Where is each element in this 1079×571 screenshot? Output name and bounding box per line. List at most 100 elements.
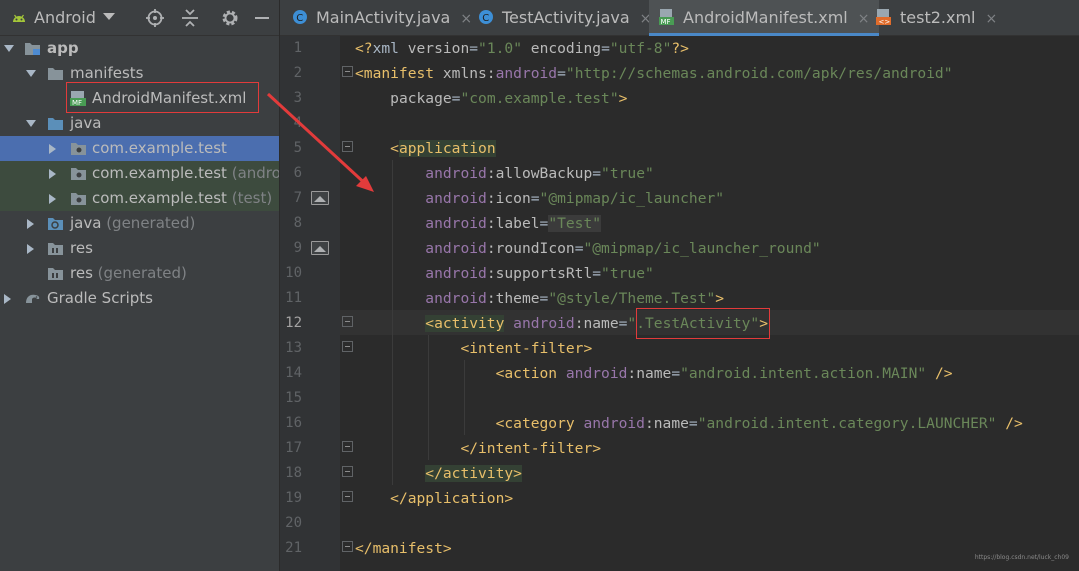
code-line: </application>: [355, 486, 513, 511]
tree-item-package-main[interactable]: com.example.test: [0, 136, 279, 161]
expand-arrow-icon[interactable]: [49, 144, 56, 154]
code-token: </activity>: [425, 465, 522, 482]
tree-item-res[interactable]: res: [0, 236, 279, 261]
tree-item-label: com.example.test (androi: [92, 164, 279, 182]
code-token: android: [583, 415, 645, 432]
code-token: :name: [627, 365, 672, 382]
locate-icon[interactable]: [145, 8, 165, 28]
generated-folder-icon: [48, 218, 63, 230]
code-token: :name: [574, 315, 619, 332]
expand-arrow-icon[interactable]: [49, 194, 56, 204]
expand-arrow-icon[interactable]: [26, 70, 36, 77]
resource-folder-icon: [48, 243, 63, 255]
image-preview-icon[interactable]: [311, 241, 329, 255]
manifest-annotation-box: [66, 82, 259, 113]
folder-icon: [48, 118, 63, 130]
code-token: =: [469, 40, 479, 57]
code-line: <action android:name="android.intent.act…: [355, 361, 953, 386]
line-number: 19: [285, 490, 302, 506]
tree-item-label: java (generated): [70, 214, 196, 232]
tree-item-label: res (generated): [70, 264, 187, 282]
code-token: =: [601, 40, 610, 57]
code-token: android: [425, 265, 487, 282]
code-token: android: [495, 65, 558, 82]
line-number: 18: [285, 465, 302, 481]
line-number: 1: [293, 40, 302, 56]
code-token: :allowBackup: [486, 165, 593, 182]
fold-marker-icon[interactable]: [342, 541, 353, 552]
code-token: :icon: [486, 190, 531, 207]
code-token: :name: [644, 415, 689, 432]
fold-marker-icon[interactable]: [342, 341, 353, 352]
tab-label: TestActivity.java: [502, 8, 630, 27]
close-icon[interactable]: ×: [460, 11, 472, 27]
tab-testactivity[interactable]: C TestActivity.java ×: [478, 0, 651, 36]
expand-arrow-icon[interactable]: [4, 294, 11, 304]
tab-label: test2.xml: [900, 8, 976, 27]
close-icon[interactable]: ×: [858, 11, 870, 27]
code-token: xmlns:: [442, 65, 496, 82]
fold-marker-icon[interactable]: [342, 316, 353, 327]
tree-item-label: app: [47, 39, 79, 57]
android-icon: [13, 14, 25, 22]
fold-marker-icon[interactable]: [342, 441, 353, 452]
line-number: 17: [285, 440, 302, 456]
code-line: </activity>: [355, 461, 522, 486]
code-token: <?: [355, 40, 373, 57]
chevron-down-icon[interactable]: [103, 13, 115, 20]
fold-marker-icon[interactable]: [342, 491, 353, 502]
code-line: package="com.example.test">: [355, 86, 627, 111]
line-number: 15: [285, 390, 302, 406]
fold-marker-icon[interactable]: [342, 66, 353, 77]
tab-test2[interactable]: <> test2.xml ×: [876, 0, 997, 36]
expand-arrow-icon[interactable]: [27, 244, 34, 254]
expand-arrow-icon[interactable]: [27, 219, 34, 229]
package-icon: [71, 193, 86, 205]
expand-arrow-icon[interactable]: [4, 45, 14, 52]
code-token: :label: [486, 215, 540, 232]
code-token: >: [715, 290, 725, 307]
manifest-file-icon: MF: [659, 9, 674, 25]
tree-item-gradle-scripts[interactable]: Gradle Scripts: [0, 286, 279, 311]
svg-text:C: C: [296, 13, 303, 24]
close-icon[interactable]: ×: [986, 11, 998, 27]
tree-item-java[interactable]: java: [0, 111, 279, 136]
tree-item-label: java: [70, 114, 102, 132]
code-line: android:allowBackup="true": [355, 161, 653, 186]
tree-item-package-androidtest[interactable]: com.example.test (androi: [0, 161, 279, 186]
svg-text:C: C: [482, 13, 489, 24]
code-token: :supportsRtl: [486, 265, 593, 282]
code-token: version: [407, 40, 470, 57]
expand-arrow-icon[interactable]: [26, 120, 36, 127]
fold-marker-icon[interactable]: [342, 466, 353, 477]
indent-guide: [392, 160, 393, 485]
annotation-arrow-icon: [266, 92, 374, 192]
expand-arrow-icon[interactable]: [49, 169, 56, 179]
indent-guide: [464, 360, 465, 435]
minimize-icon[interactable]: [252, 8, 272, 28]
tree-item-java-generated[interactable]: java (generated): [0, 211, 279, 236]
code-line: <?xml version="1.0" encoding="utf-8"?>: [355, 36, 689, 61]
tree-item-package-test[interactable]: com.example.test (test): [0, 186, 279, 211]
tab-androidmanifest[interactable]: MF AndroidManifest.xml ×: [649, 0, 880, 36]
code-token: :theme: [486, 290, 540, 307]
code-token: =: [671, 365, 681, 382]
code-line: android:roundIcon="@mipmap/ic_launcher_r…: [355, 236, 820, 261]
tree-item-res-generated[interactable]: res (generated): [0, 261, 279, 286]
line-number: 12: [285, 315, 302, 331]
tab-mainactivity[interactable]: C MainActivity.java ×: [292, 0, 472, 36]
project-view-selector[interactable]: Android: [34, 8, 96, 27]
gear-icon[interactable]: [220, 8, 240, 28]
watermark: https://blog.csdn.net/luck_ch09: [974, 554, 1069, 561]
tree-item-app[interactable]: app: [0, 36, 279, 61]
code-token: :roundIcon: [486, 240, 575, 257]
code-token: >: [618, 90, 628, 107]
collapse-all-icon[interactable]: [180, 8, 200, 28]
code-line: <category android:name="android.intent.c…: [355, 411, 1023, 436]
editor-tab-bar: C MainActivity.java × C TestActivity.java × …: [280, 0, 1079, 36]
package-icon: [71, 168, 86, 180]
